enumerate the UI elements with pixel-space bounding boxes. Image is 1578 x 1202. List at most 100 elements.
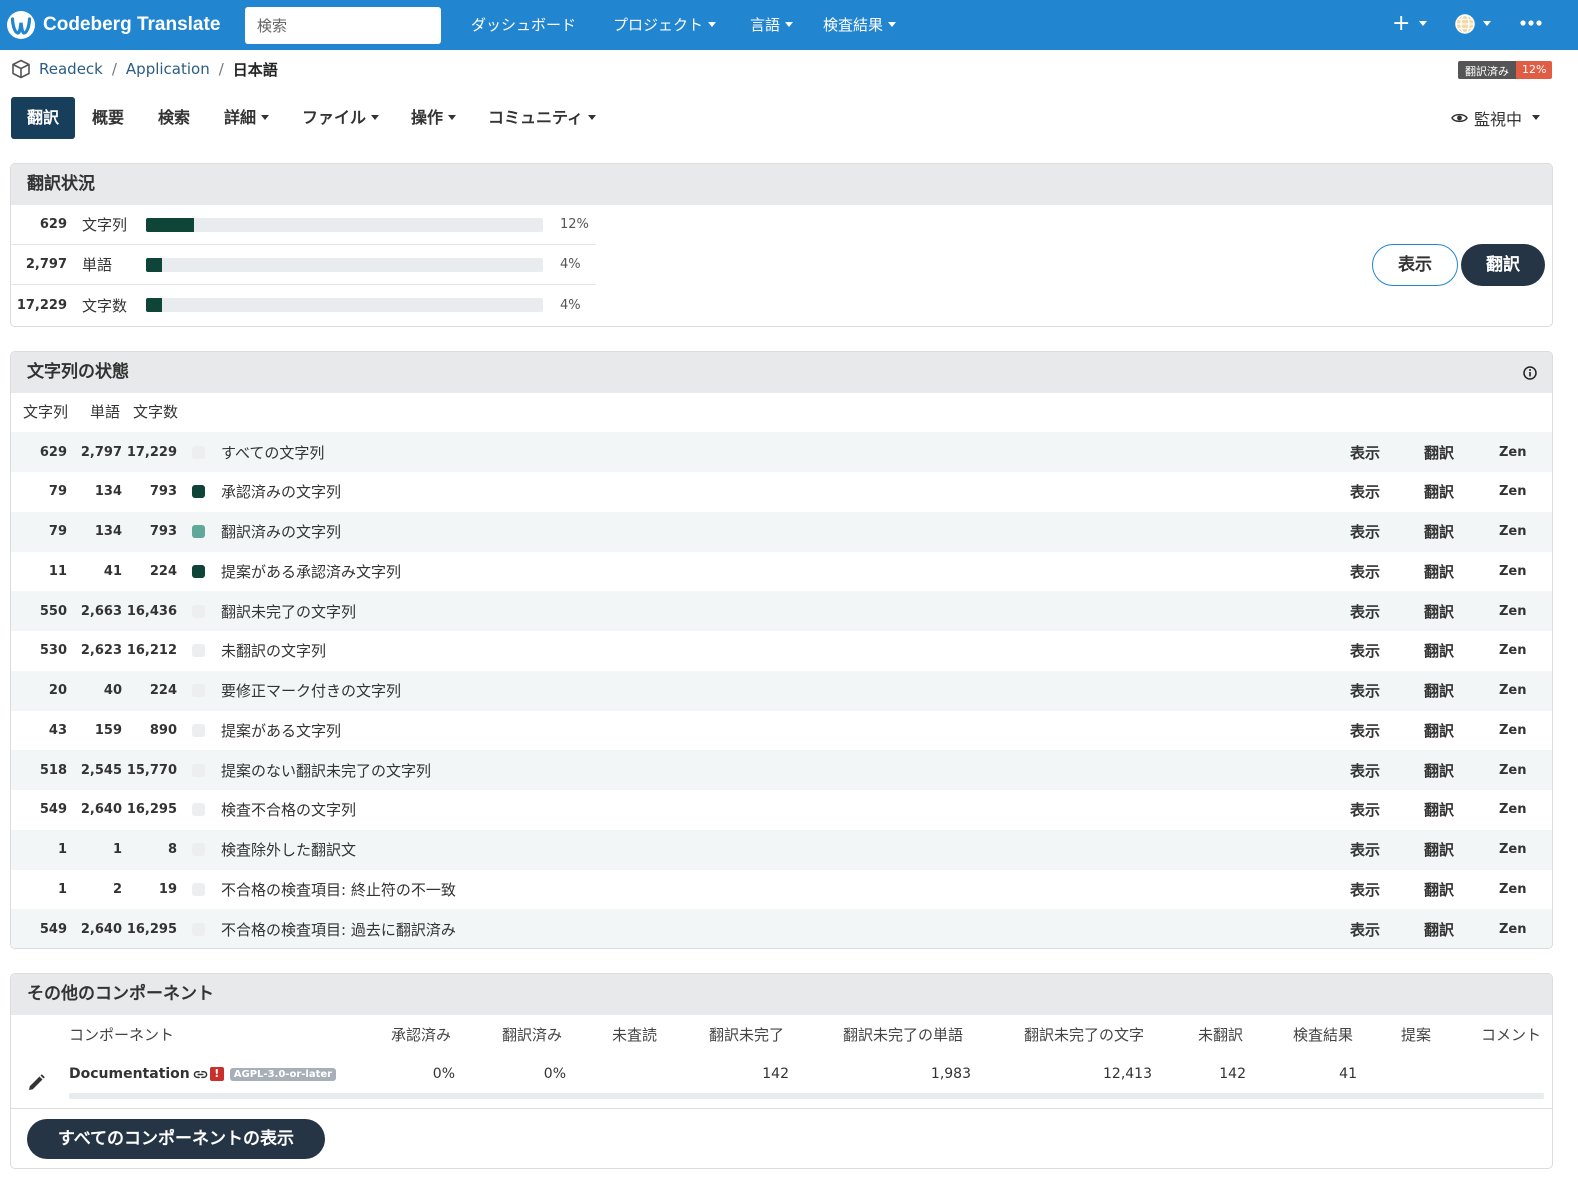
state-browse-link[interactable]: 表示 xyxy=(1350,481,1380,502)
state-color-marker xyxy=(192,882,205,896)
state-browse-link[interactable]: 表示 xyxy=(1350,680,1380,701)
breadcrumb-language[interactable]: 日本語 xyxy=(233,59,278,80)
state-strings-count[interactable]: 549 xyxy=(11,922,67,937)
cell-unfinished[interactable]: 142 xyxy=(709,1066,789,1082)
state-browse-link[interactable]: 表示 xyxy=(1350,760,1380,781)
tab-translate[interactable]: 翻訳 xyxy=(11,97,76,139)
translate-button[interactable]: 翻訳 xyxy=(1461,244,1545,286)
state-translate-link[interactable]: 翻訳 xyxy=(1424,640,1454,661)
state-zen-link[interactable]: Zen xyxy=(1499,564,1527,579)
state-translate-link[interactable]: 翻訳 xyxy=(1424,720,1454,741)
add-menu[interactable]: + xyxy=(1392,11,1428,37)
panel-title-text: 文字列の状態 xyxy=(27,362,129,382)
show-all-components-button[interactable]: すべてのコンポーネントの表示 xyxy=(27,1119,325,1159)
state-browse-link[interactable]: 表示 xyxy=(1350,442,1380,463)
state-translate-link[interactable]: 翻訳 xyxy=(1424,561,1454,582)
state-browse-link[interactable]: 表示 xyxy=(1350,879,1380,900)
state-strings-count[interactable]: 11 xyxy=(11,564,67,579)
component-link[interactable]: Documentation xyxy=(69,1066,190,1082)
state-strings-count[interactable]: 20 xyxy=(11,683,67,698)
tab-community[interactable]: コミュニティ xyxy=(478,97,606,139)
state-strings-count[interactable]: 629 xyxy=(11,445,67,460)
state-translate-link[interactable]: 翻訳 xyxy=(1424,521,1454,542)
project-cube-icon xyxy=(12,59,30,79)
state-translate-link[interactable]: 翻訳 xyxy=(1424,839,1454,860)
state-browse-link[interactable]: 表示 xyxy=(1350,839,1380,860)
translated-progress-badge[interactable]: 翻訳済み 12% xyxy=(1458,61,1553,79)
state-color-marker xyxy=(192,922,205,936)
state-translate-link[interactable]: 翻訳 xyxy=(1424,601,1454,622)
component-name-cell: Documentation ! AGPL-3.0-or-later xyxy=(69,1066,337,1082)
nav-projects[interactable]: プロジェクト xyxy=(613,14,717,35)
state-browse-link[interactable]: 表示 xyxy=(1350,919,1380,940)
state-translate-link[interactable]: 翻訳 xyxy=(1424,919,1454,940)
state-strings-count[interactable]: 43 xyxy=(11,723,67,738)
watch-dropdown[interactable]: 監視中 xyxy=(1451,106,1541,130)
other-components-panel: その他のコンポーネント コンポーネント 承認済み 翻訳済み 未査読 翻訳未完了 … xyxy=(10,973,1553,1169)
brand[interactable]: Codeberg Translate xyxy=(6,10,220,40)
tab-files[interactable]: ファイル xyxy=(292,97,389,139)
state-strings-count[interactable]: 550 xyxy=(11,604,67,619)
state-color-marker xyxy=(192,485,205,499)
tab-operations[interactable]: 操作 xyxy=(401,97,466,139)
state-strings-count[interactable]: 1 xyxy=(11,842,67,857)
state-translate-link[interactable]: 翻訳 xyxy=(1424,442,1454,463)
cell-unfinished-chars[interactable]: 12,413 xyxy=(1024,1066,1152,1082)
state-browse-link[interactable]: 表示 xyxy=(1350,521,1380,542)
link-icon[interactable] xyxy=(193,1067,208,1082)
tab-overview[interactable]: 概要 xyxy=(82,97,134,139)
state-strings-count[interactable]: 79 xyxy=(11,484,67,499)
chevron-down-icon xyxy=(888,22,897,27)
state-zen-link[interactable]: Zen xyxy=(1499,643,1527,658)
state-strings-count[interactable]: 530 xyxy=(11,643,67,658)
state-translate-link[interactable]: 翻訳 xyxy=(1424,680,1454,701)
breadcrumb-project[interactable]: Readeck xyxy=(39,60,103,78)
chevron-down-icon xyxy=(785,22,794,27)
state-zen-link[interactable]: Zen xyxy=(1499,922,1527,937)
user-menu[interactable] xyxy=(1455,14,1491,34)
state-translate-link[interactable]: 翻訳 xyxy=(1424,760,1454,781)
state-chars-count: 17,229 xyxy=(126,444,177,460)
state-zen-link[interactable]: Zen xyxy=(1499,484,1527,499)
state-zen-link[interactable]: Zen xyxy=(1499,763,1527,778)
state-browse-link[interactable]: 表示 xyxy=(1350,640,1380,661)
search-input[interactable] xyxy=(245,7,441,44)
state-strings-count[interactable]: 79 xyxy=(11,524,67,539)
state-zen-link[interactable]: Zen xyxy=(1499,445,1527,460)
state-zen-link[interactable]: Zen xyxy=(1499,723,1527,738)
state-zen-link[interactable]: Zen xyxy=(1499,842,1527,857)
cell-untranslated[interactable]: 142 xyxy=(1198,1066,1246,1082)
state-strings-count[interactable]: 1 xyxy=(11,882,67,897)
alert-icon[interactable]: ! xyxy=(209,1067,224,1081)
state-zen-link[interactable]: Zen xyxy=(1499,524,1527,539)
brand-name: Codeberg Translate xyxy=(43,14,221,35)
state-strings-count[interactable]: 518 xyxy=(11,763,67,778)
pencil-icon[interactable] xyxy=(26,1073,46,1093)
state-zen-link[interactable]: Zen xyxy=(1499,802,1527,817)
browse-button[interactable]: 表示 xyxy=(1372,244,1458,286)
cell-unfinished-words[interactable]: 1,983 xyxy=(843,1066,971,1082)
tab-details[interactable]: 詳細 xyxy=(214,97,279,139)
nav-checks[interactable]: 検査結果 xyxy=(823,14,897,35)
state-translate-link[interactable]: 翻訳 xyxy=(1424,799,1454,820)
tab-search[interactable]: 検索 xyxy=(148,97,200,139)
license-badge[interactable]: AGPL-3.0-or-later xyxy=(229,1067,337,1081)
more-menu[interactable] xyxy=(1520,12,1542,39)
info-icon[interactable] xyxy=(1523,366,1537,380)
breadcrumb-component[interactable]: Application xyxy=(126,60,210,78)
state-translate-link[interactable]: 翻訳 xyxy=(1424,879,1454,900)
state-browse-link[interactable]: 表示 xyxy=(1350,601,1380,622)
state-browse-link[interactable]: 表示 xyxy=(1350,720,1380,741)
state-browse-link[interactable]: 表示 xyxy=(1350,561,1380,582)
tab-files-label: ファイル xyxy=(302,108,367,127)
state-zen-link[interactable]: Zen xyxy=(1499,604,1527,619)
state-browse-link[interactable]: 表示 xyxy=(1350,799,1380,820)
nav-dashboard[interactable]: ダッシュボード xyxy=(471,14,576,35)
state-zen-link[interactable]: Zen xyxy=(1499,882,1527,897)
state-zen-link[interactable]: Zen xyxy=(1499,683,1527,698)
state-strings-count[interactable]: 549 xyxy=(11,802,67,817)
cell-checks[interactable]: 41 xyxy=(1293,1066,1357,1082)
status-label: 単語 xyxy=(82,256,113,274)
nav-languages[interactable]: 言語 xyxy=(750,14,794,35)
state-translate-link[interactable]: 翻訳 xyxy=(1424,481,1454,502)
